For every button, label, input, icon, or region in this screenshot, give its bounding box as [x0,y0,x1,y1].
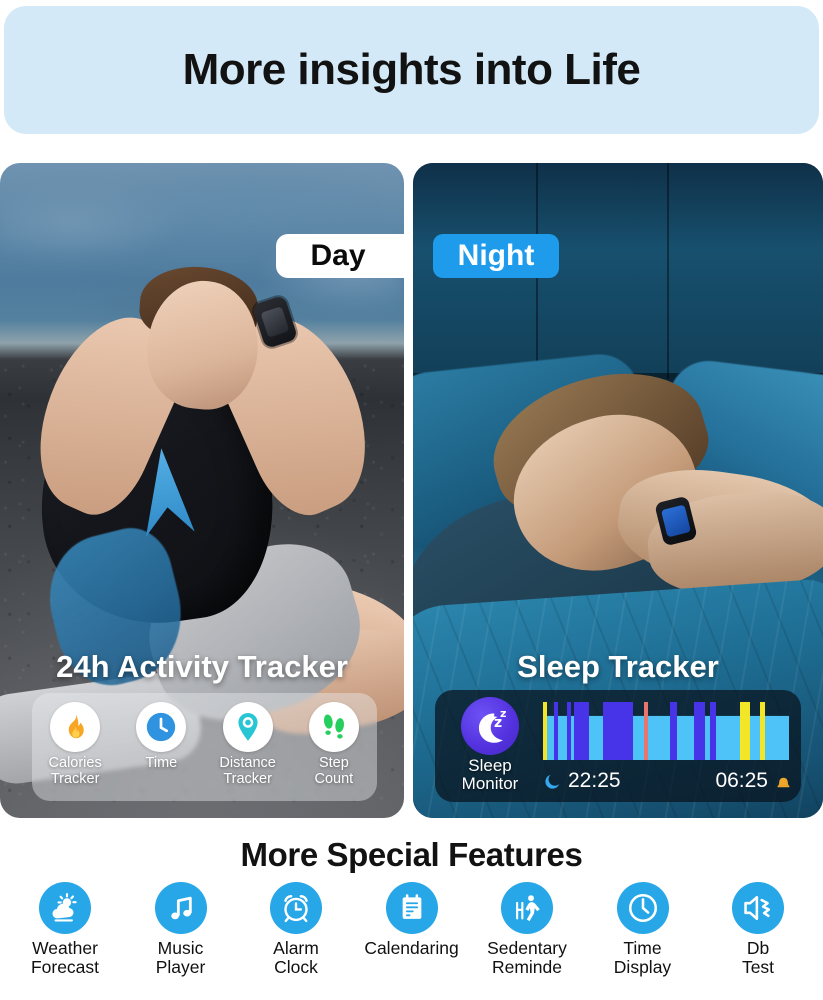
sleep-segment-awake [740,702,750,760]
walking-person-icon [501,882,553,934]
sleep-segment-light [750,715,760,760]
sleep-segment-light [648,715,670,760]
sleep-segment-awake [760,702,765,760]
more-item-label: Weather Forecast [30,938,100,977]
sleep-segment-light [765,715,789,760]
feature-label: Distance Tracker [219,755,276,787]
weather-sun-cloud-icon [39,882,91,934]
sleep-times-row: 22:25 06:25 [543,766,793,796]
more-special-features-section: More Special Features Weather Forecast M… [0,828,823,1000]
sleep-segment-light [705,715,710,760]
more-item-label: Music Player [155,938,206,977]
sleep-monitor-label: Sleep Monitor [461,756,519,793]
night-badge: Night [433,234,559,278]
sleep-monitor-icon-block[interactable]: z z Sleep Monitor [457,697,523,793]
more-item-calendaring[interactable]: Calendaring [357,882,467,977]
feature-calories-tracker[interactable]: Calories Tracker [32,702,118,787]
header-banner: More insights into Life [4,6,819,134]
night-panel-title: Sleep Tracker [517,649,719,684]
page-title: More insights into Life [182,45,641,94]
sleep-segment-light [677,715,694,760]
more-item-label: Time Display [613,938,672,977]
more-item-label: Db Test [741,938,775,977]
feature-label: Time [145,755,178,771]
footprints-icon [308,702,359,752]
svg-text:z: z [494,715,502,731]
sleep-moon-z-icon: z z [461,697,519,755]
night-panel: Night Sleep Tracker z z Sleep Monitor 22… [413,163,823,818]
waketime-block: 06:25 [715,769,793,793]
day-badge: Day [276,234,404,278]
bedtime-block: 22:25 [543,769,621,793]
sleep-segment-deep [710,702,716,760]
feature-label: Step Count [314,755,354,787]
activity-feature-strip: Calories Tracker Time Distance Tracker S… [32,693,377,801]
more-item-sedentary-reminder[interactable]: Sedentary Reminde [472,882,582,977]
sleep-segment-deep [603,702,633,760]
sleep-segment-deep [567,702,571,760]
more-features-grid: Weather Forecast Music Player Alarm Cloc… [0,874,823,977]
feature-label: Calories Tracker [48,755,102,787]
crescent-moon-icon [545,774,560,789]
sleep-segment-awake [543,702,547,760]
sleep-segment-light [558,715,567,760]
more-item-db-test[interactable]: Db Test [703,882,813,977]
clock-icon [136,702,187,752]
sleep-stage-chart [543,702,789,760]
feature-distance-tracker[interactable]: Distance Tracker [205,702,291,787]
more-item-alarm-clock[interactable]: Alarm Clock [241,882,351,977]
waketime-value: 06:25 [715,769,768,792]
feature-time[interactable]: Time [118,702,204,772]
more-item-label: Alarm Clock [273,938,319,977]
calendar-clipboard-icon [385,882,438,934]
sleep-segment-rem [644,702,648,760]
speaker-sound-icon [732,882,784,934]
sleep-segment-light [589,715,603,760]
day-panel: Day 24h Activity Tracker Calories Tracke… [0,163,404,818]
clock-outline-icon [616,882,669,934]
more-item-label: Sedentary Reminde [487,938,567,977]
alarm-clock-icon [270,882,322,934]
sleep-monitor-card: z z Sleep Monitor 22:25 06:25 [435,690,801,802]
panels-container: Day 24h Activity Tracker Calories Tracke… [0,163,823,818]
location-pin-icon [222,702,273,752]
sleep-segment-deep [694,702,705,760]
more-item-weather-forecast[interactable]: Weather Forecast [10,882,120,977]
more-item-music-player[interactable]: Music Player [126,882,236,977]
sleep-segment-light [547,715,554,760]
sleep-segment-deep [670,702,677,760]
feature-step-count[interactable]: Step Count [291,702,377,787]
sleep-segment-light [571,715,574,760]
sleep-segment-deep [554,702,558,760]
day-panel-title: 24h Activity Tracker [56,649,348,684]
more-item-time-display[interactable]: Time Display [588,882,698,977]
more-item-label: Calendaring [364,938,459,958]
sleep-segment-light [716,715,740,760]
music-note-icon [154,882,207,934]
sleep-segment-light [633,715,644,760]
bedtime-value: 22:25 [568,769,621,792]
alarm-bell-icon [777,777,790,787]
sleep-segment-deep [574,702,589,760]
more-features-title: More Special Features [240,836,583,873]
flame-icon [50,702,101,752]
